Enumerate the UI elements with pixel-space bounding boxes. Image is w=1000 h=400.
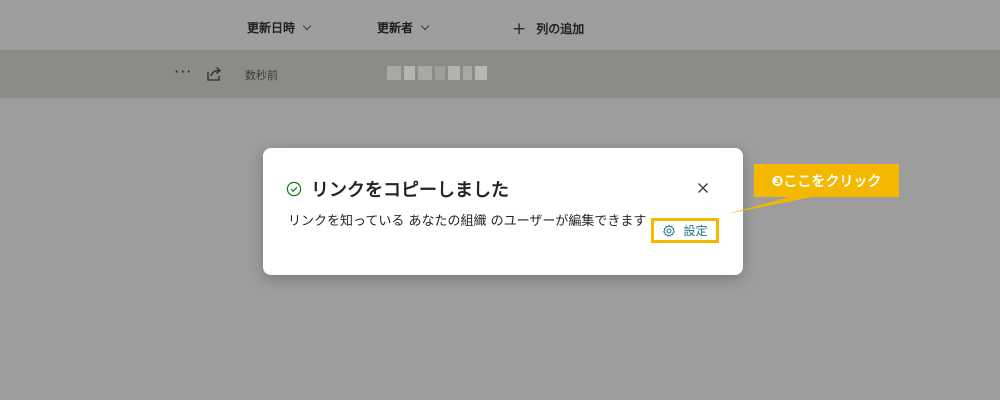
- annotation-callout: ❸ここをクリック: [754, 164, 899, 197]
- settings-button[interactable]: 設定: [651, 218, 719, 243]
- chevron-down-icon: [302, 21, 312, 31]
- dialog-message: リンクを知っている あなたの組織 のユーザーが編集できます: [288, 214, 647, 229]
- modified-by-redacted: [387, 65, 488, 81]
- column-header-updated-date[interactable]: 更新日時: [247, 0, 312, 50]
- annotation-text: ❸ここをクリック: [771, 173, 882, 190]
- column-header-updated-by[interactable]: 更新者: [377, 0, 430, 50]
- share-icon[interactable]: [205, 65, 223, 83]
- chevron-down-icon: [420, 21, 430, 31]
- add-column-label: 列の追加: [536, 22, 585, 36]
- column-header-label: 更新日時: [247, 21, 296, 35]
- dialog-title-text: リンクをコピーしました: [311, 180, 509, 201]
- gear-icon: [663, 224, 676, 237]
- list-header-row: 更新日時 更新者 + 列の追加: [0, 0, 1000, 50]
- settings-label: 設定: [683, 224, 708, 238]
- column-header-label: 更新者: [377, 21, 414, 35]
- link-copied-dialog: リンクをコピーしました リンクを知っている あなたの組織 のユーザーが編集できま…: [263, 148, 743, 275]
- close-icon[interactable]: [693, 178, 713, 198]
- table-row[interactable]: ··· 数秒前: [0, 50, 1000, 98]
- add-column-button[interactable]: + 列の追加: [512, 0, 584, 50]
- modified-time: 数秒前: [245, 69, 278, 82]
- check-circle-icon: [286, 181, 302, 197]
- more-icon[interactable]: ···: [174, 62, 192, 81]
- dialog-title: リンクをコピーしました: [286, 176, 509, 202]
- plus-icon: +: [512, 19, 527, 39]
